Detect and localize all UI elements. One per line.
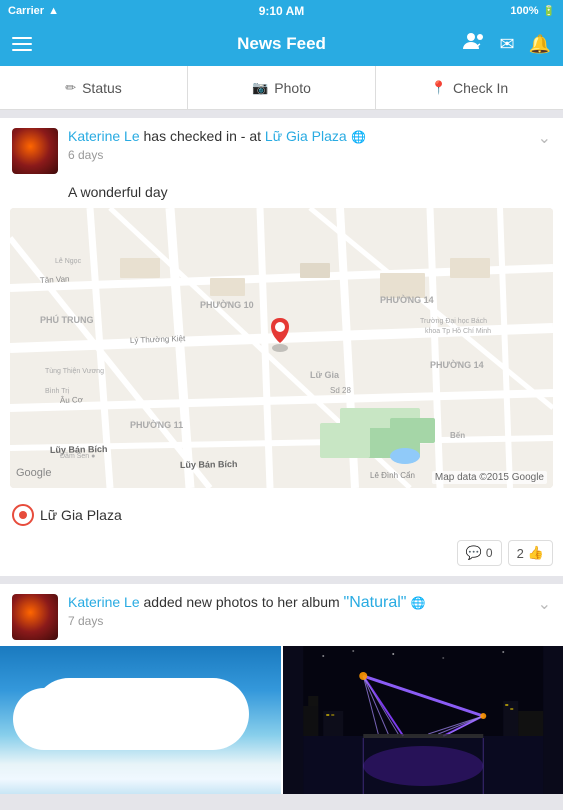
post-action-1: has checked in - at — [140, 128, 265, 144]
checkin-tab-label: Check In — [453, 80, 508, 96]
menu-button[interactable] — [12, 37, 32, 51]
status-bar-left: Carrier ▲ — [8, 5, 59, 17]
like-count-1: 2 — [517, 546, 524, 561]
svg-text:Lê Ngọc: Lê Ngọc — [55, 258, 82, 265]
status-tab-label: Status — [82, 80, 122, 96]
svg-text:PHƯỜNG 11: PHƯỜNG 11 — [130, 419, 183, 430]
location-tag-1: Lữ Gia Plaza — [0, 496, 563, 536]
status-bar-right: 100% 🔋 — [510, 5, 555, 17]
svg-text:Đầm Sen ●: Đầm Sen ● — [60, 451, 95, 460]
svg-text:khoa Tp Hồ Chí Minh: khoa Tp Hồ Chí Minh — [425, 326, 491, 335]
location-circle-icon — [12, 504, 34, 526]
svg-text:Tân Van: Tân Van — [40, 274, 70, 285]
battery-label: 100% — [510, 5, 538, 17]
svg-text:PHƯỜNG 10: PHƯỜNG 10 — [200, 299, 254, 310]
svg-text:Trường Đại học Bách: Trường Đại học Bách — [420, 318, 487, 325]
like-icon-1: 👍 — [528, 545, 544, 561]
post-chevron-1[interactable]: ⌄ — [538, 128, 551, 148]
checkin-tab-icon: 📍 — [431, 80, 447, 96]
photo-city[interactable] — [283, 646, 563, 794]
tab-status[interactable]: ✏ Status — [0, 66, 188, 109]
like-button-1[interactable]: 2 👍 — [508, 540, 553, 566]
map-svg: Tân Van Lý Thường Kiệt Âu Cơ Lũy Bán Bíc… — [10, 208, 553, 488]
post-author-1[interactable]: Katerine Le — [68, 128, 140, 144]
photo-grid-2 — [0, 646, 563, 794]
photo-sky[interactable] — [0, 646, 281, 794]
post-chevron-2[interactable]: ⌄ — [538, 594, 551, 614]
post-description-2: Katerine Le added new photos to her albu… — [68, 594, 538, 612]
svg-text:Bến: Bến — [450, 431, 465, 440]
friends-icon[interactable] — [463, 32, 485, 56]
map-watermark: Map data ©2015 Google — [432, 471, 547, 484]
google-logo: Google — [16, 465, 60, 484]
carrier-label: Carrier — [8, 5, 44, 17]
status-tab-icon: ✏ — [65, 80, 76, 96]
tab-checkin[interactable]: 📍 Check In — [376, 66, 563, 109]
svg-text:Lê Đình Cẩn: Lê Đình Cẩn — [370, 471, 415, 480]
photo-tab-label: Photo — [274, 80, 311, 96]
svg-text:Lữ Gia: Lữ Gia — [310, 370, 340, 380]
svg-text:Sd 28: Sd 28 — [330, 386, 351, 395]
post-action-2: added new photos to her album — [140, 594, 344, 610]
messages-icon[interactable]: ✉ — [499, 34, 514, 55]
avatar-1 — [12, 128, 58, 174]
post-description-1: Katerine Le has checked in - at Lữ Gia P… — [68, 128, 538, 146]
svg-text:Âu Cơ: Âu Cơ — [60, 395, 84, 405]
map-container-1: Tân Van Lý Thường Kiệt Âu Cơ Lũy Bán Bíc… — [10, 208, 553, 488]
tab-bar: ✏ Status 📷 Photo 📍 Check In — [0, 66, 563, 110]
post-time-2: 7 days — [68, 614, 538, 628]
cloud-top — [70, 708, 182, 738]
globe-icon-1: 🌐 — [351, 130, 366, 144]
svg-text:Google: Google — [16, 467, 51, 479]
location-tag-name: Lữ Gia Plaza — [40, 507, 122, 523]
status-bar: Carrier ▲ 9:10 AM 100% 🔋 — [0, 0, 563, 22]
post-card-2: Katerine Le added new photos to her albu… — [0, 584, 563, 794]
post-album-name[interactable]: "Natural" — [344, 594, 407, 611]
battery-icon: 🔋 — [543, 6, 555, 17]
post-text-1: A wonderful day — [0, 180, 563, 208]
svg-text:Tùng Thiện Vương: Tùng Thiện Vương — [45, 368, 104, 375]
post-card-1: Katerine Le has checked in - at Lữ Gia P… — [0, 118, 563, 576]
post-meta-1: Katerine Le has checked in - at Lữ Gia P… — [68, 128, 538, 162]
post-header-1: Katerine Le has checked in - at Lữ Gia P… — [0, 118, 563, 180]
post-header-2: Katerine Le added new photos to her albu… — [0, 584, 563, 646]
comment-count-1: 0 — [486, 546, 493, 560]
comment-icon: 💬 — [466, 545, 482, 561]
post-time-1: 6 days — [68, 148, 538, 162]
photo-tab-icon: 📷 — [252, 80, 268, 96]
post-meta-2: Katerine Le added new photos to her albu… — [68, 594, 538, 628]
svg-text:PHÚ TRUNG: PHÚ TRUNG — [40, 314, 94, 325]
svg-text:Lũy Bán Bích: Lũy Bán Bích — [180, 459, 238, 470]
nav-bar-actions: ✉ 🔔 — [463, 32, 551, 56]
tab-photo[interactable]: 📷 Photo — [188, 66, 376, 109]
news-feed: Katerine Le has checked in - at Lữ Gia P… — [0, 110, 563, 810]
notifications-icon[interactable]: 🔔 — [529, 34, 551, 55]
avatar-2 — [12, 594, 58, 640]
globe-icon-2: 🌐 — [411, 596, 426, 610]
post-actions-1: 💬 0 2 👍 — [0, 536, 563, 576]
svg-text:PHƯỜNG 14: PHƯỜNG 14 — [430, 359, 484, 370]
svg-text:Bình Trị: Bình Trị — [45, 388, 70, 395]
nav-bar: News Feed ✉ 🔔 — [0, 22, 563, 66]
nav-bar-title: News Feed — [237, 34, 326, 54]
time-label: 9:10 AM — [259, 4, 305, 18]
svg-text:PHƯỜNG 14: PHƯỜNG 14 — [380, 294, 434, 305]
comment-button-1[interactable]: 💬 0 — [457, 540, 502, 566]
post-location-1[interactable]: Lữ Gia Plaza — [265, 128, 347, 144]
wifi-icon: ▲ — [48, 5, 59, 17]
post-author-2[interactable]: Katerine Le — [68, 594, 140, 610]
